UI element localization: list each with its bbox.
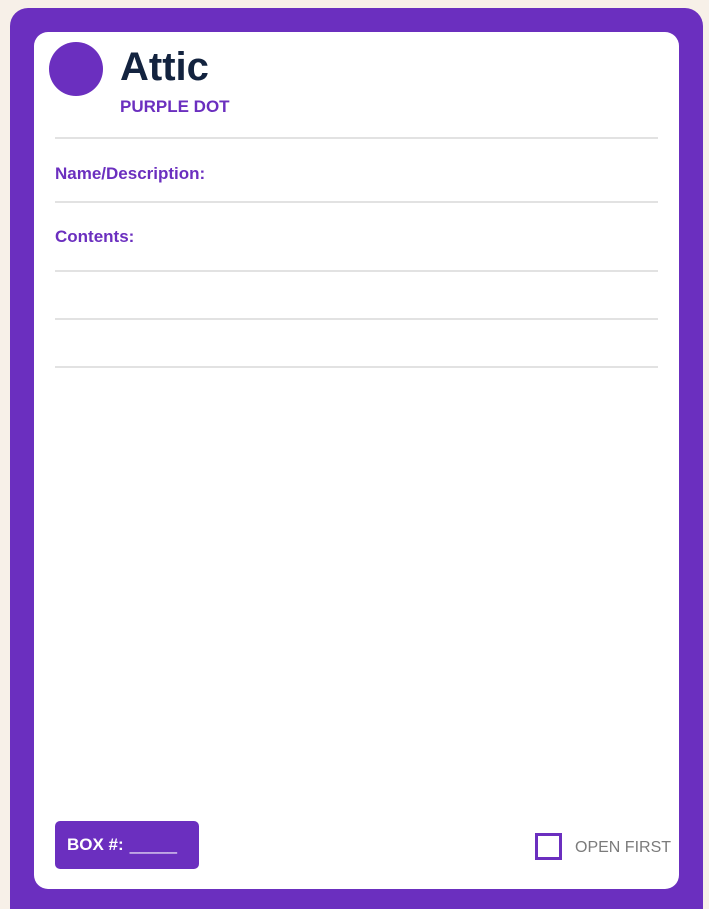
contents-label: Contents: [55, 227, 135, 246]
name-description-line [55, 201, 658, 203]
contents-line-2 [55, 318, 658, 320]
contents-line-3 [55, 366, 658, 368]
purple-dot-icon [49, 42, 103, 96]
divider [55, 137, 658, 139]
name-description-label: Name/Description: [55, 164, 206, 183]
box-number-field[interactable]: BOX #: _____ [55, 821, 199, 869]
open-first-label: OPEN FIRST [575, 839, 672, 856]
room-title: Attic [120, 45, 209, 89]
open-first-checkbox[interactable] [535, 833, 562, 860]
box-number-blank: _____ [129, 835, 177, 854]
color-name: PURPLE DOT [120, 97, 230, 116]
box-number-label: BOX #: [67, 835, 124, 854]
label-card [34, 32, 679, 889]
contents-line-1 [55, 270, 658, 272]
